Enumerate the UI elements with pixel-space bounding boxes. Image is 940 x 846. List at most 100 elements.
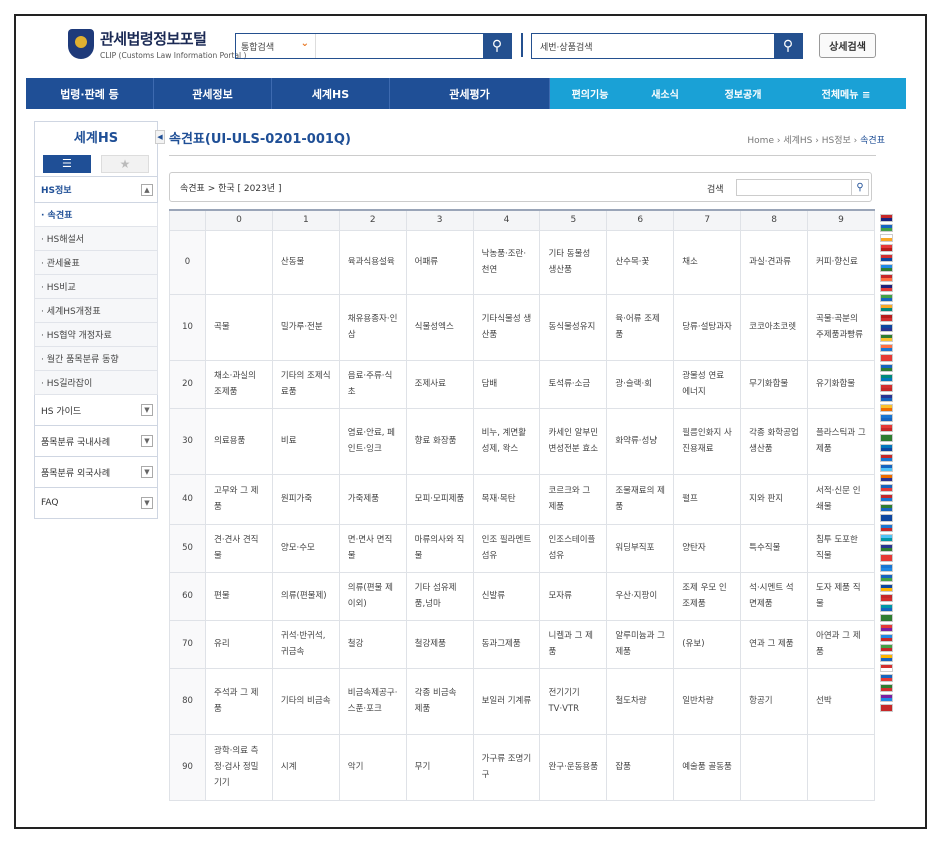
hs-chapter-cell[interactable]: 아연과 그 제품 (807, 619, 875, 669)
hs-chapter-cell[interactable]: 과실·견과류 (740, 229, 809, 295)
expand-down-icon[interactable]: ▼ (141, 497, 153, 509)
country-flag-icon[interactable] (880, 684, 893, 692)
hs-chapter-cell[interactable]: 화약류·성냥 (606, 407, 675, 475)
sidebar-cat-foreign-cases[interactable]: 품목분류 외국사례 ▼ (34, 457, 158, 488)
hs-chapter-cell[interactable]: 무기 (405, 733, 474, 801)
hs-chapter-cell[interactable]: 코르크와 그 제품 (539, 473, 608, 525)
country-flag-icon[interactable] (880, 314, 893, 322)
hs-chapter-cell[interactable]: (유보) (673, 619, 742, 669)
hs-chapter-cell[interactable]: 인조 필라멘트 섬유 (472, 523, 541, 573)
hs-chapter-cell[interactable]: 항공기 (740, 667, 809, 735)
nav-world-hs[interactable]: 세계HS (272, 78, 390, 109)
expand-down-icon[interactable]: ▼ (141, 466, 153, 478)
hs-chapter-cell[interactable]: 기타 동물성 생산품 (539, 229, 608, 295)
hs-chapter-cell[interactable]: 비누, 계면활성제, 왁스 (472, 407, 541, 475)
country-flag-icon[interactable] (880, 514, 893, 522)
country-flag-icon[interactable] (880, 664, 893, 672)
hs-chapter-cell[interactable]: 유기화합물 (807, 359, 875, 409)
hs-chapter-cell[interactable]: 서적·신문 인쇄물 (807, 473, 875, 525)
hs-chapter-cell[interactable]: 유리 (205, 619, 273, 669)
hs-chapter-cell[interactable]: 가죽제품 (338, 473, 407, 525)
hs-chapter-cell[interactable]: 보일러 기계류 (472, 667, 541, 735)
hs-chapter-cell[interactable]: 양모·수모 (271, 523, 340, 573)
sidebar-item-hs-compare[interactable]: · HS비교 (34, 275, 158, 299)
country-flag-icon[interactable] (880, 674, 893, 682)
hs-chapter-cell[interactable]: 어패류 (405, 229, 474, 295)
sidebar-collapse-icon[interactable]: ◀ (155, 130, 165, 144)
hs-chapter-cell[interactable]: 곡물 (205, 293, 273, 361)
country-flag-icon[interactable] (880, 544, 893, 552)
nav-customs-info[interactable]: 관세정보 (154, 78, 272, 109)
hs-chapter-cell[interactable]: 기타 섬유제품,넝마 (405, 571, 474, 621)
advanced-search-button[interactable]: 상세검색 (819, 33, 876, 58)
hs-chapter-cell[interactable]: 음료·주류·식초 (338, 359, 407, 409)
country-flag-icon[interactable] (880, 454, 893, 462)
hs-chapter-cell[interactable]: 무기화합물 (740, 359, 809, 409)
hs-chapter-cell[interactable]: 비금속제공구·스푼·포크 (338, 667, 407, 735)
collapse-up-icon[interactable]: ▲ (141, 184, 153, 196)
list-tab-icon[interactable]: ☰ (43, 154, 91, 173)
breadcrumb-home[interactable]: Home (747, 136, 774, 146)
sidebar-item-world-hs-revision[interactable]: · 세계HS개정표 (34, 299, 158, 323)
hs-chapter-cell[interactable]: 담배 (472, 359, 541, 409)
hs-chapter-cell[interactable]: 시계 (271, 733, 340, 801)
search-icon[interactable]: ⚲ (852, 179, 869, 196)
hs-chapter-cell[interactable]: 완구·운동용품 (539, 733, 608, 801)
nav-all-menu[interactable]: 전체메뉴 ≡ (786, 78, 906, 109)
hs-chapter-cell[interactable]: 조제사료 (405, 359, 474, 409)
hs-search-input[interactable]: 세번·상품검색 (532, 34, 774, 58)
hs-chapter-cell[interactable]: 잡품 (606, 733, 675, 801)
hs-chapter-cell[interactable]: 산동물 (271, 229, 340, 295)
hs-chapter-cell[interactable]: 카세인 알부민 변성전분 효소 (539, 407, 608, 475)
country-flag-icon[interactable] (880, 624, 893, 632)
hs-chapter-cell[interactable]: 신발류 (472, 571, 541, 621)
hs-chapter-cell[interactable]: 기타식물성 생산품 (472, 293, 541, 361)
country-flag-icon[interactable] (880, 524, 893, 532)
country-flag-icon[interactable] (880, 654, 893, 662)
country-flag-icon[interactable] (880, 324, 893, 332)
hs-chapter-cell[interactable]: 염료·안료, 페인트·잉크 (338, 407, 407, 475)
nav-disclosure[interactable]: 정보공개 (700, 78, 786, 109)
breadcrumb-world-hs[interactable]: 세계HS (783, 136, 812, 146)
hs-chapter-cell[interactable]: 기타의 비금속 (271, 667, 340, 735)
hs-chapter-cell[interactable]: 니켈과 그 제품 (539, 619, 608, 669)
sidebar-item-tariff[interactable]: · 관세율표 (34, 251, 158, 275)
sidebar-item-hs-convention[interactable]: · HS협약 개정자료 (34, 323, 158, 347)
hs-chapter-cell[interactable]: 펄프 (673, 473, 742, 525)
hs-chapter-cell[interactable]: 도자 제품 직물 (807, 571, 875, 621)
hs-chapter-cell[interactable]: 채유용종자·인삼 (338, 293, 407, 361)
hs-chapter-cell[interactable]: 밀가루·전분 (271, 293, 340, 361)
site-logo[interactable]: 관세법령정보포털 CLIP (Customs Law Information P… (68, 28, 246, 60)
hs-chapter-cell[interactable]: 동과그제품 (472, 619, 541, 669)
country-flag-icon[interactable] (880, 474, 893, 482)
hs-chapter-cell[interactable]: 조제 우모 인조제품 (673, 571, 742, 621)
sidebar-item-hs-notes[interactable]: · HS해설서 (34, 227, 158, 251)
hs-chapter-cell[interactable]: 지와 판지 (740, 473, 809, 525)
hs-chapter-cell[interactable]: 각종 비금속 제품 (405, 667, 474, 735)
hs-chapter-cell[interactable]: 의류(편물제) (271, 571, 340, 621)
country-flag-icon[interactable] (880, 404, 893, 412)
hs-chapter-cell[interactable]: 토석류·소금 (539, 359, 608, 409)
country-flag-icon[interactable] (880, 354, 893, 362)
country-flag-icon[interactable] (880, 574, 893, 582)
hs-chapter-cell[interactable]: 광물성 연료 에너지 (673, 359, 742, 409)
sidebar-cat-faq[interactable]: FAQ ▼ (34, 488, 158, 519)
hs-chapter-cell[interactable]: 주석과 그 제품 (205, 667, 273, 735)
hs-chapter-cell[interactable]: 면·면사 면직물 (338, 523, 407, 573)
nav-news[interactable]: 새소식 (630, 78, 700, 109)
hs-chapter-cell[interactable]: 예술품 골동품 (673, 733, 742, 801)
hs-chapter-cell[interactable]: 철도차량 (606, 667, 675, 735)
country-flag-icon[interactable] (880, 304, 893, 312)
favorites-star-icon[interactable]: ★ (100, 154, 149, 173)
country-flag-icon[interactable] (880, 504, 893, 512)
country-flag-icon[interactable] (880, 414, 893, 422)
country-flag-icon[interactable] (880, 464, 893, 472)
hs-chapter-cell[interactable]: 낙농품·조란·천연 (472, 229, 541, 295)
hs-chapter-cell[interactable]: 필름인화지 사진용재료 (673, 407, 742, 475)
hs-chapter-cell[interactable]: 견·견사 견직물 (205, 523, 273, 573)
country-flag-icon[interactable] (880, 284, 893, 292)
country-flag-icon[interactable] (880, 264, 893, 272)
country-flag-icon[interactable] (880, 634, 893, 642)
hs-chapter-cell[interactable]: 철강제품 (405, 619, 474, 669)
country-flag-icon[interactable] (880, 584, 893, 592)
